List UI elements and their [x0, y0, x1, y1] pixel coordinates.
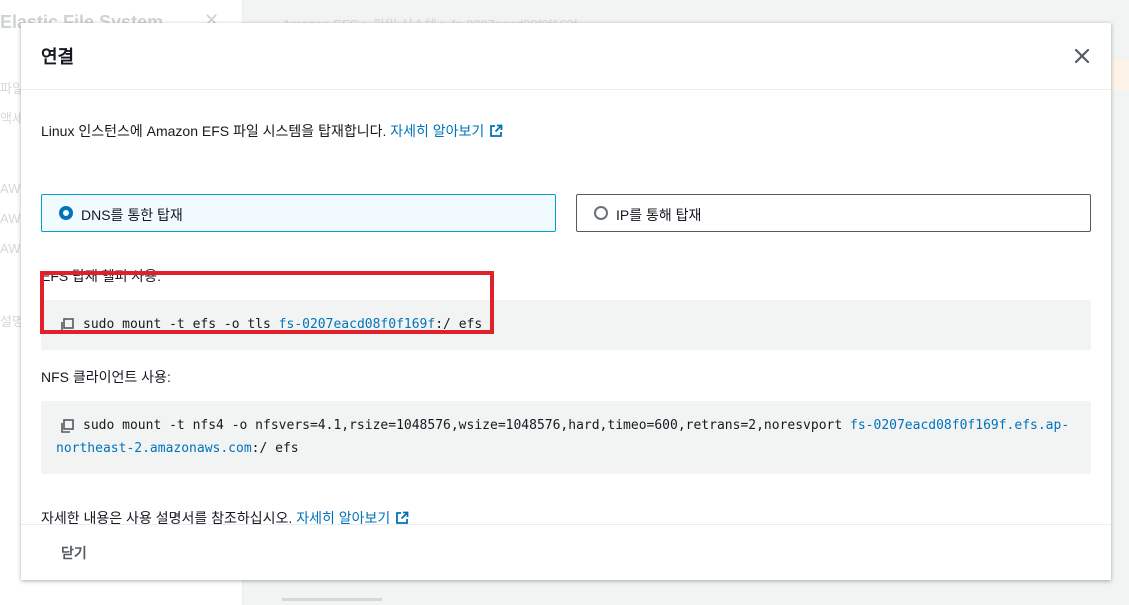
radio-ip-unselected-icon — [594, 206, 608, 220]
nfs-dns-link-continued[interactable]: northeast-2.amazonaws.com — [56, 441, 252, 456]
radio-mount-dns[interactable]: DNS를 통한 탑재 — [41, 194, 556, 232]
efs-helper-label: EFS 탑재 헬퍼 사용: — [41, 268, 162, 284]
radio-mount-ip[interactable]: IP를 통해 탑재 — [576, 194, 1091, 232]
external-link-icon — [490, 124, 503, 137]
nfs-command-box: sudo mount -t nfs4 -o nfsvers=4.1,rsize=… — [41, 401, 1091, 474]
efs-command-box: sudo mount -t efs -o tls fs-0207eacd08f0… — [41, 300, 1091, 350]
connect-modal: 연결 Linux 인스턴스에 Amazon EFS 파일 시스템을 탑재합니다.… — [21, 23, 1111, 580]
efs-filesystem-id-link[interactable]: fs-0207eacd08f0f169f — [279, 317, 436, 332]
radio-dns-label: DNS를 통한 탑재 — [81, 207, 183, 223]
modal-footer: 닫기 — [21, 524, 1111, 581]
nfs-command-text: sudo mount -t nfs4 -o nfsvers=4.1,rsize=… — [83, 418, 1070, 433]
background-scrollbar — [282, 598, 382, 601]
efs-command-text: sudo mount -t efs -o tls fs-0207eacd08f0… — [83, 317, 483, 332]
background-flash-bar — [1112, 60, 1129, 90]
modal-title: 연결 — [41, 47, 75, 67]
nfs-command-text-continued: northeast-2.amazonaws.com:/ efs — [56, 441, 299, 456]
radio-dns-selected-icon — [59, 206, 73, 220]
radio-ip-label: IP를 통해 탑재 — [616, 207, 702, 223]
copy-icon[interactable] — [59, 317, 75, 333]
external-link-icon — [396, 511, 409, 524]
nfs-dns-link[interactable]: fs-0207eacd08f0f169f.efs.ap- — [850, 418, 1069, 433]
intro-learn-more-link[interactable]: 자세히 알아보기 — [390, 123, 503, 139]
nfs-client-label: NFS 클라이언트 사용: — [41, 369, 171, 385]
modal-header: 연결 — [21, 23, 1111, 90]
close-icon[interactable] — [1071, 45, 1093, 67]
intro-text: Linux 인스턴스에 Amazon EFS 파일 시스템을 탑재합니다. 자세… — [41, 121, 503, 141]
copy-icon[interactable] — [59, 418, 75, 434]
close-button[interactable]: 닫기 — [61, 543, 87, 563]
intro-text-label: Linux 인스턴스에 Amazon EFS 파일 시스템을 탑재합니다. — [41, 123, 387, 139]
